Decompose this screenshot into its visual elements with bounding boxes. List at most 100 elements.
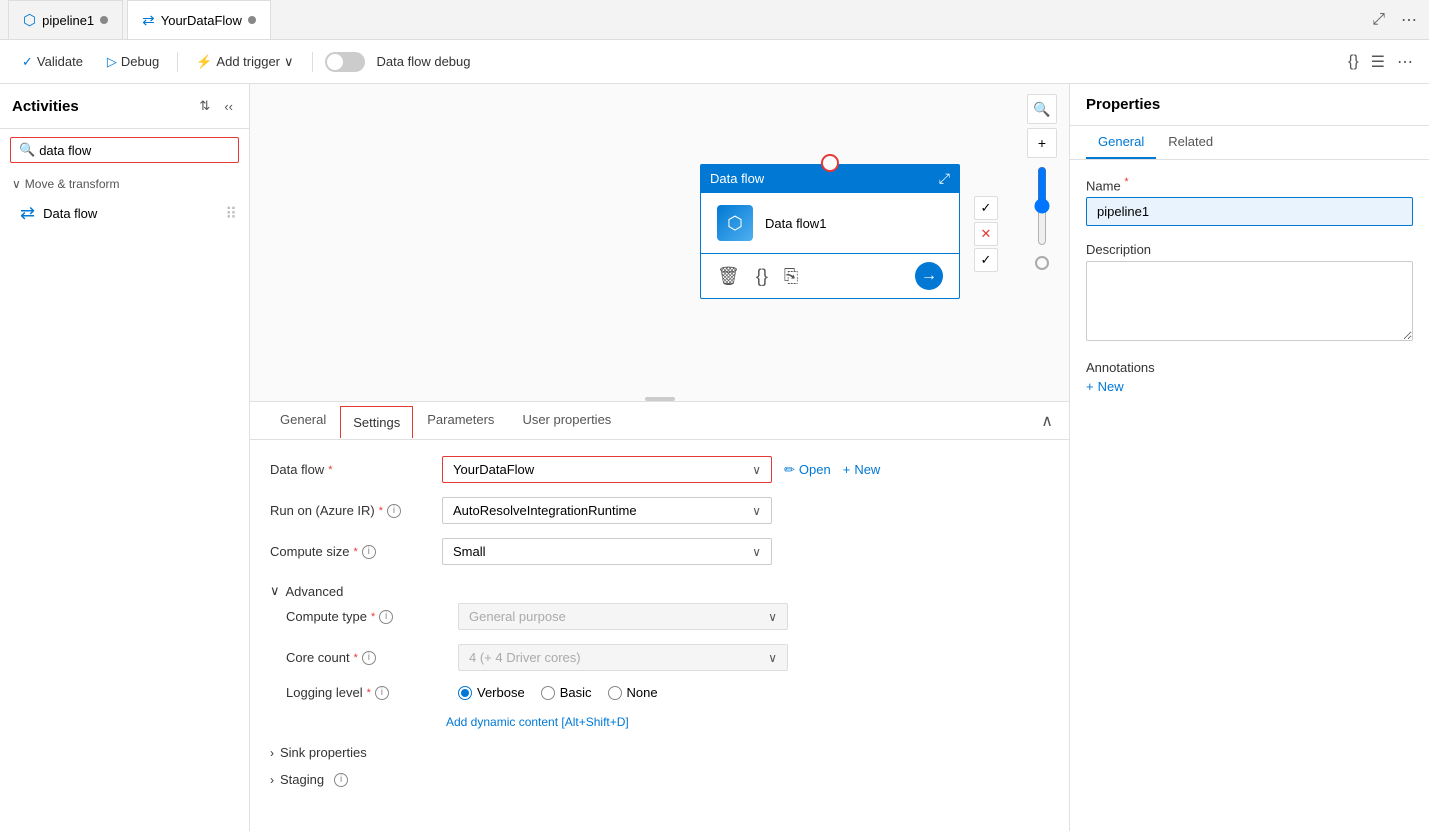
node-checkmark-1[interactable]: ✓: [974, 196, 998, 220]
settings-dataflow-row: Data flow * YourDataFlow ∨ ✏ Open: [270, 456, 1049, 483]
drag-handle-icon: ⠿: [225, 204, 237, 224]
dataflow-field-label: Data flow *: [270, 462, 430, 477]
tab-yourdataflow-dot: [248, 16, 256, 24]
sidebar-collapse-icon[interactable]: ⇅: [195, 94, 214, 118]
runon-info-icon[interactable]: i: [387, 504, 401, 518]
zoom-slider[interactable]: [1032, 166, 1052, 246]
staging-info-icon[interactable]: i: [334, 773, 348, 787]
name-input[interactable]: pipeline1: [1086, 197, 1413, 226]
advanced-chevron-icon: ∨: [270, 583, 280, 599]
dataflow-select[interactable]: YourDataFlow ∨: [442, 456, 772, 483]
corecount-info-icon[interactable]: i: [362, 651, 376, 665]
sidebar: Activities ⇅ ‹‹ 🔍 data flow ∨ Move & tra…: [0, 84, 250, 831]
validate-button[interactable]: ✓ Validate: [12, 49, 93, 75]
search-box[interactable]: 🔍 data flow: [10, 137, 239, 163]
dataflow-tab-icon: ⇄: [142, 11, 155, 29]
radio-verbose[interactable]: Verbose: [458, 685, 525, 700]
tab-yourdataflow[interactable]: ⇄ YourDataFlow: [127, 0, 271, 39]
props-tab-general[interactable]: General: [1086, 126, 1156, 159]
required-star-name: *: [1124, 176, 1128, 188]
radio-verbose-label: Verbose: [477, 685, 525, 700]
top-right-icons: ⤢ ⋯: [1368, 6, 1421, 34]
tab-bar: ⬡ pipeline1 ⇄ YourDataFlow ⤢ ⋯: [0, 0, 1429, 40]
prop-name-label: Name *: [1086, 176, 1413, 193]
more-toolbar-icon[interactable]: ⋯: [1393, 48, 1417, 76]
computesize-control: Small ∨: [442, 538, 1049, 565]
sidebar-header-icons: ⇅ ‹‹: [195, 94, 237, 118]
validate-label: Validate: [37, 54, 83, 69]
corecount-chevron: ∨: [768, 651, 777, 665]
radio-basic[interactable]: Basic: [541, 685, 592, 700]
add-trigger-button[interactable]: ⚡ Add trigger ∨: [186, 49, 303, 75]
settings-runon-row: Run on (Azure IR) * i AutoResolveIntegra…: [270, 497, 1049, 524]
runon-select[interactable]: AutoResolveIntegrationRuntime ∨: [442, 497, 772, 524]
toolbar: ✓ Validate ▷ Debug ⚡ Add trigger ∨ Data …: [0, 40, 1429, 84]
tab-user-properties[interactable]: User properties: [508, 402, 625, 439]
computetype-info-icon[interactable]: i: [379, 610, 393, 624]
canvas[interactable]: 🔍 + Data flow ⤢ ⬡ Data flow1: [250, 84, 1069, 401]
computesize-chevron: ∨: [752, 545, 761, 559]
node-checkmark-2[interactable]: ✓: [974, 248, 998, 272]
node-cross-icon[interactable]: ✕: [974, 222, 998, 246]
description-textarea[interactable]: [1086, 261, 1413, 341]
new-dataflow-button[interactable]: + New: [843, 462, 881, 477]
search-input[interactable]: data flow: [39, 143, 230, 158]
computesize-info-icon[interactable]: i: [362, 545, 376, 559]
prop-annotations-label: Annotations: [1086, 360, 1413, 375]
zoom-in-button[interactable]: +: [1027, 128, 1057, 158]
node-icon: ⬡: [717, 205, 753, 241]
settings-computesize-row: Compute size * i Small ∨: [270, 538, 1049, 565]
corecount-select[interactable]: 4 (+ 4 Driver cores) ∨: [458, 644, 788, 671]
more-options-icon[interactable]: ⋯: [1397, 6, 1421, 34]
logging-field-label: Logging level * i: [286, 685, 446, 700]
toolbar-divider-1: [177, 52, 178, 72]
node-header-label: Data flow: [710, 171, 764, 186]
data-flow-debug-toggle[interactable]: [325, 52, 365, 72]
delete-node-icon[interactable]: 🗑: [717, 266, 740, 287]
tab-parameters[interactable]: Parameters: [413, 402, 508, 439]
code-node-icon[interactable]: {}: [756, 266, 768, 287]
node-external-link-icon[interactable]: ⤢: [939, 170, 950, 187]
sink-properties-row[interactable]: › Sink properties: [270, 739, 1049, 766]
code-icon[interactable]: {}: [1344, 48, 1363, 76]
computetype-select[interactable]: General purpose ∨: [458, 603, 788, 630]
section-title-move-transform[interactable]: ∨ Move & transform: [12, 177, 237, 191]
logging-info-icon[interactable]: i: [375, 686, 389, 700]
annotation-plus-icon: +: [1086, 379, 1094, 394]
open-button[interactable]: ✏ Open: [784, 462, 831, 478]
advanced-header[interactable]: ∨ Advanced: [270, 579, 1049, 603]
props-tab-related[interactable]: Related: [1156, 126, 1225, 159]
settings-collapse-button[interactable]: ∧: [1041, 411, 1053, 431]
trigger-chevron-icon: ∨: [284, 54, 294, 70]
debug-button[interactable]: ▷ Debug: [97, 49, 169, 75]
required-star-3: *: [353, 546, 357, 558]
properties-body: Name * pipeline1 Description Annotations…: [1070, 160, 1429, 831]
expand-icon[interactable]: ⤢: [1368, 7, 1389, 33]
pipeline-icon: ⬡: [23, 11, 36, 29]
tab-general[interactable]: General: [266, 402, 340, 439]
canvas-controls: 🔍 +: [1027, 94, 1057, 272]
sidebar-close-icon[interactable]: ‹‹: [220, 94, 237, 118]
canvas-separator: [645, 397, 675, 401]
sidebar-header: Activities ⇅ ‹‹: [0, 84, 249, 129]
properties-panel: Properties General Related Name * pipeli…: [1069, 84, 1429, 831]
sidebar-item-dataflow[interactable]: ⇄ Data flow ⠿: [0, 197, 249, 230]
staging-row[interactable]: › Staging i: [270, 766, 1049, 793]
search-canvas-button[interactable]: 🔍: [1027, 94, 1057, 124]
dynamic-content-link[interactable]: Add dynamic content [Alt+Shift+D]: [446, 715, 629, 729]
node-arrow-button[interactable]: →: [915, 262, 943, 290]
copy-node-icon[interactable]: ⎘: [784, 266, 798, 287]
sidebar-title: Activities: [12, 98, 79, 115]
properties-panel-icon[interactable]: ☰: [1367, 48, 1389, 76]
staging-label: Staging: [280, 772, 324, 787]
add-trigger-label: Add trigger: [216, 54, 280, 69]
node-body: ⬡ Data flow1: [700, 193, 960, 254]
radio-none[interactable]: None: [608, 685, 658, 700]
new-annotation-button[interactable]: + New: [1086, 379, 1124, 394]
tab-settings[interactable]: Settings: [340, 406, 413, 438]
settings-logging-row: Logging level * i: [286, 685, 1049, 700]
computesize-select[interactable]: Small ∨: [442, 538, 772, 565]
required-star-5: *: [354, 652, 358, 664]
zoom-indicator: [1035, 256, 1049, 270]
tab-pipeline1[interactable]: ⬡ pipeline1: [8, 0, 123, 39]
